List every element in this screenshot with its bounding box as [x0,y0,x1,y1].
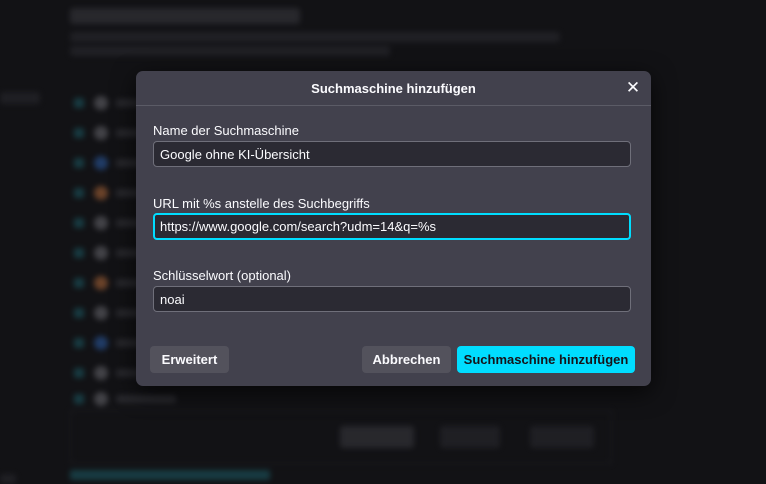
background-sidebar-item [0,474,16,484]
background-button [530,426,594,448]
keyword-input[interactable] [153,286,631,312]
keyword-label: Schlüsselwort (optional) [153,268,292,283]
close-button[interactable]: ✕ [623,78,643,98]
add-search-engine-button[interactable]: Suchmaschine hinzufügen [457,346,635,373]
close-icon: ✕ [625,78,641,97]
background-button [340,426,414,448]
background-text-line [70,46,390,56]
engine-url-input[interactable] [153,213,631,240]
add-search-engine-dialog: Suchmaschine hinzufügen ✕ Name der Suchm… [136,71,651,386]
background-heading [70,8,300,24]
engine-name-label: Name der Suchmaschine [153,123,299,138]
background-text-line [70,32,560,42]
engine-name-input[interactable] [153,141,631,167]
background-link [70,470,270,480]
dialog-title: Suchmaschine hinzufügen [311,81,476,96]
background-engine-row [74,392,214,406]
engine-url-label: URL mit %s anstelle des Suchbegriffs [153,196,370,211]
cancel-button[interactable]: Abbrechen [362,346,451,373]
advanced-button[interactable]: Erweitert [150,346,229,373]
background-sidebar-item [0,92,40,104]
background-button [440,426,500,448]
dialog-header: Suchmaschine hinzufügen ✕ [136,71,651,106]
